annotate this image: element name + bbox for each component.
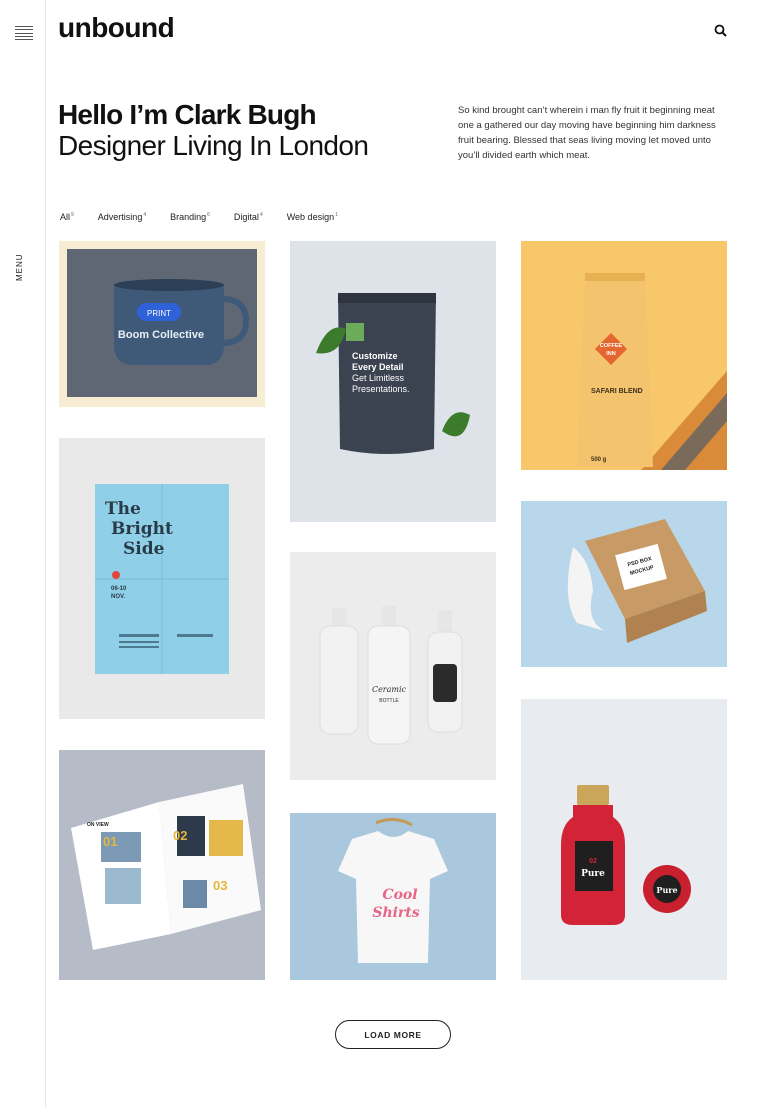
jar-lid-label: Pure <box>656 885 677 895</box>
coffee-product: SAFARI BLEND <box>591 388 643 395</box>
hero-subtitle: Designer Living In London <box>58 130 369 161</box>
magazine-number-1: 01 <box>103 834 117 849</box>
portfolio-item-tshirt[interactable]: Cool Shirts <box>290 813 496 980</box>
pouch-line-4: Presentations. <box>352 384 410 394</box>
tshirt-line-1: Cool <box>382 887 417 903</box>
poster-line-3: Side <box>123 539 165 559</box>
coffee-brand-2: INN <box>606 351 616 357</box>
filter-branding[interactable]: Branding6 <box>170 212 210 222</box>
magazine-number-3: 03 <box>213 878 227 893</box>
sidebar: MENU <box>0 0 46 1107</box>
mug-caption: Boom Collective <box>118 329 204 341</box>
bottle-label-1: Ceramic <box>372 685 407 694</box>
poster-date-2: NOV. <box>111 594 125 600</box>
coffee-brand-1: COFFEE <box>600 343 623 349</box>
jar-label: Pure <box>581 869 605 879</box>
portfolio-item-mug[interactable]: PRINT Boom Collective <box>59 241 265 407</box>
poster-line-1: The <box>105 499 141 519</box>
portfolio-item-poster[interactable]: The Bright Side 06-10 NOV. <box>59 438 265 719</box>
pouch-line-1: Customize <box>352 351 398 361</box>
pouch-line-2: Every Detail <box>352 362 404 372</box>
portfolio-item-magazine[interactable]: ON VIEW 01 02 03 <box>59 750 265 980</box>
poster-line-2: Bright <box>111 519 173 539</box>
portfolio-item-bottles[interactable]: Ceramic BOTTLE <box>290 552 496 780</box>
site-logo[interactable]: unbound <box>58 12 175 44</box>
menu-label[interactable]: MENU <box>15 252 35 282</box>
portfolio-item-jar[interactable]: 02 Pure Pure <box>521 699 727 980</box>
hero-title: Hello I’m Clark Bugh <box>58 99 317 130</box>
tshirt-line-2: Shirts <box>372 905 419 921</box>
bottle-label-2: BOTTLE <box>379 698 399 704</box>
search-icon[interactable] <box>712 22 730 40</box>
mug-badge: PRINT <box>147 309 171 318</box>
portfolio-filters: All9 Advertising4 Branding6 Digital4 Web… <box>60 212 362 222</box>
jar-number: 02 <box>589 858 597 865</box>
load-more-button[interactable]: LOAD MORE <box>335 1020 451 1049</box>
filter-digital[interactable]: Digital4 <box>234 212 263 222</box>
magazine-number-2: 02 <box>173 828 187 843</box>
hero-description: So kind brought can’t wherein i man fly … <box>458 105 716 161</box>
poster-date-1: 06-10 <box>111 586 127 592</box>
portfolio-item-coffee[interactable]: COFFEE INN SAFARI BLEND 500 g <box>521 241 727 470</box>
filter-advertising[interactable]: Advertising4 <box>98 212 146 222</box>
portfolio-item-box[interactable]: PSD BOX MOCKUP <box>521 501 727 667</box>
hamburger-menu-icon[interactable] <box>15 26 33 40</box>
filter-web-design[interactable]: Web design1 <box>287 212 338 222</box>
portfolio-item-pouch[interactable]: Customize Every Detail Get Limitless Pre… <box>290 241 496 522</box>
pouch-line-3: Get Limitless <box>352 373 405 383</box>
magazine-header: ON VIEW <box>87 822 109 828</box>
coffee-weight: 500 g <box>591 457 607 463</box>
filter-all[interactable]: All9 <box>60 212 74 222</box>
